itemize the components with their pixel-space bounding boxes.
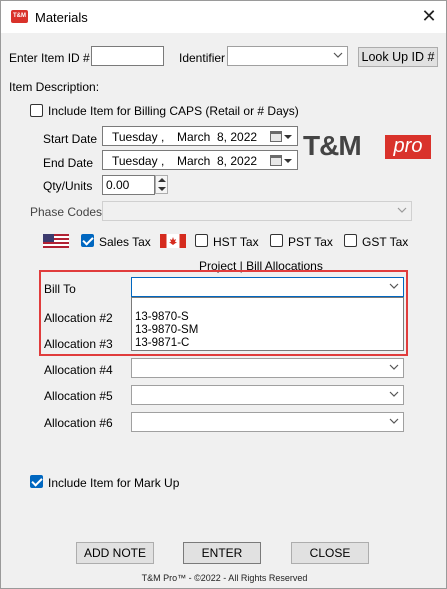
allocation-6-combo[interactable] (131, 412, 404, 432)
logo-accent-text: pro (385, 135, 431, 159)
item-id-label: Enter Item ID # (9, 51, 90, 65)
start-date-month: March (177, 130, 211, 144)
qty-input[interactable]: 0.00 (102, 175, 155, 195)
item-description-label: Item Description: (9, 80, 100, 94)
materials-window: T&M Materials ✕ Enter Item ID # Identifi… (0, 0, 447, 589)
markup-checkbox[interactable] (30, 475, 43, 488)
canada-flag-icon (160, 234, 186, 248)
markup-label: Include Item for Mark Up (48, 476, 180, 490)
calendar-icon (270, 155, 282, 166)
lookup-id-button[interactable]: Look Up ID # (358, 47, 438, 67)
identifier-combo[interactable] (227, 46, 348, 66)
billing-caps-checkbox[interactable] (30, 104, 43, 117)
identifier-label: Identifier (179, 51, 226, 65)
end-date-sep: , (161, 154, 165, 168)
start-date-label: Start Date (43, 132, 98, 146)
allocation-2-label: Allocation #2 (44, 311, 113, 325)
start-date-weekday: Tuesday (112, 130, 158, 144)
us-flag-icon (43, 234, 69, 248)
enter-button[interactable]: ENTER (183, 542, 261, 564)
chevron-down-icon (389, 364, 399, 370)
title-bar: T&M Materials ✕ (1, 1, 446, 33)
qty-label: Qty/Units (43, 179, 93, 193)
dropdown-option[interactable]: 13-9870-SM (132, 324, 403, 337)
start-date-picker[interactable]: Tuesday , March 8, 2022 (102, 126, 298, 146)
sales-tax-label: Sales Tax (99, 235, 151, 249)
allocation-4-combo[interactable] (131, 358, 404, 378)
caret-down-icon (284, 135, 292, 139)
billing-caps-label: Include Item for Billing CAPS (Retail or… (48, 104, 299, 118)
allocation-3-label: Allocation #3 (44, 337, 113, 351)
pst-tax-checkbox[interactable] (270, 234, 283, 247)
chevron-down-icon (389, 283, 399, 289)
gst-tax-label: GST Tax (362, 235, 409, 249)
caret-down-icon (284, 159, 292, 163)
bill-to-dropdown-list: 13-9870-S 13-9870-SM 13-9871-C (131, 297, 404, 351)
calendar-icon (270, 131, 282, 142)
phase-codes-combo[interactable] (102, 201, 412, 221)
item-id-input[interactable] (91, 46, 164, 66)
tm-pro-logo: T&M pro (303, 130, 433, 164)
allocation-4-label: Allocation #4 (44, 363, 113, 377)
add-note-button[interactable]: ADD NOTE (76, 542, 154, 564)
hst-tax-label: HST Tax (213, 235, 259, 249)
spin-up-icon[interactable] (158, 178, 166, 182)
chevron-down-icon (389, 391, 399, 397)
end-date-day-year: 8, 2022 (217, 154, 258, 168)
chevron-down-icon (389, 418, 399, 424)
close-icon[interactable]: ✕ (419, 6, 439, 26)
bill-to-combo[interactable] (131, 277, 404, 297)
end-date-picker[interactable]: Tuesday , March 8, 2022 (102, 150, 298, 170)
dropdown-option[interactable]: 13-9870-S (132, 311, 403, 324)
hst-tax-checkbox[interactable] (195, 234, 208, 247)
end-date-month: March (177, 154, 211, 168)
gst-tax-checkbox[interactable] (344, 234, 357, 247)
start-date-day-year: 8, 2022 (217, 130, 258, 144)
app-icon: T&M (11, 10, 28, 23)
spin-down-icon[interactable] (158, 187, 166, 191)
bill-to-label: Bill To (44, 282, 76, 296)
sales-tax-checkbox[interactable] (81, 234, 94, 247)
dropdown-option[interactable]: 13-9871-C (132, 337, 403, 350)
start-date-sep: , (161, 130, 165, 144)
close-button[interactable]: CLOSE (291, 542, 369, 564)
end-date-label: End Date (43, 156, 94, 170)
allocation-6-label: Allocation #6 (44, 416, 113, 430)
phase-codes-label: Phase Codes (30, 205, 103, 219)
pst-tax-label: PST Tax (288, 235, 333, 249)
footer-copyright: T&M Pro™ - ©2022 - All Rights Reserved (141, 573, 308, 583)
window-title: Materials (35, 10, 88, 25)
logo-main-text: T&M (303, 130, 362, 161)
chevron-down-icon (333, 52, 343, 58)
dropdown-option[interactable] (132, 298, 403, 311)
allocation-5-combo[interactable] (131, 385, 404, 405)
chevron-down-icon (397, 207, 407, 213)
qty-spinner[interactable] (155, 175, 168, 194)
end-date-weekday: Tuesday (112, 154, 158, 168)
allocation-5-label: Allocation #5 (44, 389, 113, 403)
